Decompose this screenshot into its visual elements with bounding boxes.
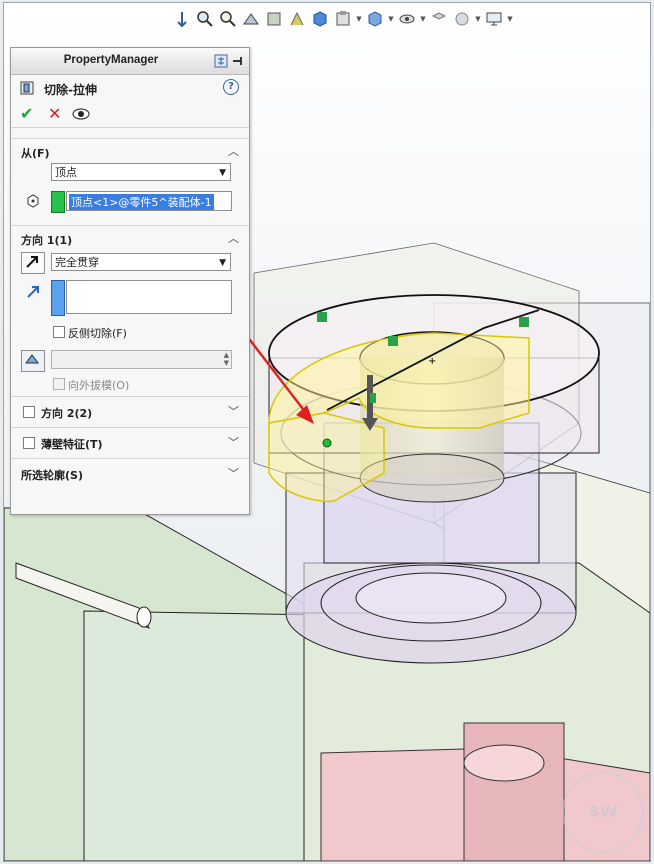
base-plate-front [83, 610, 325, 861]
zoom-to-area-icon[interactable] [195, 9, 215, 29]
rod-end [136, 606, 152, 628]
ok-button[interactable]: ✔ [20, 104, 33, 123]
thin-feature-section-header[interactable]: 薄壁特征(T) ﹀ [11, 427, 249, 458]
hide-show-items-icon[interactable] [333, 9, 353, 29]
draft-toggle-button[interactable] [21, 350, 45, 372]
apply-scene-icon[interactable] [397, 9, 417, 29]
preview-eye-icon[interactable] [71, 107, 91, 121]
end-condition-select[interactable]: 完全贯穿 ▼ [51, 253, 231, 271]
view-settings-icon[interactable] [429, 9, 449, 29]
direction-vector-field[interactable] [66, 280, 232, 314]
spin-arrows-icon[interactable]: ▲ ▼ [224, 351, 229, 367]
direction2-section-header[interactable]: 方向 2(2) ﹀ [11, 396, 249, 427]
previous-view-icon[interactable] [218, 9, 238, 29]
selected-contours-section-header[interactable]: 所选轮廓(S) ﹀ [11, 458, 249, 489]
pink-block-side [463, 722, 565, 861]
relation-marker-3 [519, 317, 529, 327]
draft-outward-checkbox[interactable] [53, 378, 65, 390]
selected-vertex[interactable] [322, 438, 332, 448]
selection-color-swatch [51, 191, 65, 213]
pink-slot [463, 744, 545, 782]
from-section-label: 从(F) [21, 147, 50, 160]
relation-marker-4 [370, 393, 376, 403]
collapse-chevron-icon[interactable]: ︿ [228, 230, 239, 246]
selected-entity-field[interactable]: 顶点<1>@零件5^装配体-1 [66, 191, 232, 211]
feature-name: 切除-拉伸 [44, 83, 97, 97]
collapse-chevron-icon[interactable]: ︿ [228, 143, 239, 159]
action-buttons-row: ✔ ✕ [11, 101, 249, 128]
draft-angle-field[interactable]: ▲ ▼ [51, 350, 232, 369]
draft-icon [25, 354, 39, 364]
property-manager-header: PropertyManager [11, 48, 249, 75]
center-mark: + [428, 356, 436, 367]
start-condition-value: 顶点 [55, 166, 77, 179]
help-button[interactable]: ? [223, 79, 239, 95]
chevron-down-icon[interactable]: ▼ [219, 254, 226, 272]
draft-outward-label: 向外拔模(O) [68, 379, 130, 392]
view-orientation-icon[interactable] [287, 9, 307, 29]
header-buttons [214, 54, 245, 68]
dropdown-arrow-icon[interactable]: ▼ [356, 9, 362, 29]
direction-color-swatch [51, 280, 65, 316]
dropdown-arrow-icon[interactable]: ▼ [507, 9, 513, 29]
thin-feature-checkbox[interactable] [23, 437, 35, 449]
edit-appearance-icon[interactable] [365, 9, 385, 29]
relation-marker-1 [317, 312, 327, 322]
heads-up-view-toolbar: ▼ ▼ ▼ ▼ ▼ [172, 7, 513, 31]
dropdown-arrow-icon[interactable]: ▼ [475, 9, 481, 29]
expand-chevron-icon[interactable]: ﹀ [228, 434, 239, 450]
display-style-icon[interactable] [310, 9, 330, 29]
extruded-cut-icon [20, 81, 34, 95]
pin-icon[interactable] [231, 54, 245, 68]
chevron-down-icon[interactable]: ▼ [219, 164, 226, 182]
selected-contours-label: 所选轮廓(S) [21, 469, 83, 482]
direction-vector-icon [27, 286, 39, 298]
cancel-button[interactable]: ✕ [48, 104, 61, 123]
relation-marker-2 [388, 336, 398, 346]
flip-side-to-cut-checkbox[interactable] [53, 326, 65, 338]
from-section-body: 顶点 ▼ 顶点<1>@零件5^装配体-1 [11, 163, 249, 225]
watermark-logo: SW [562, 771, 644, 853]
flip-side-to-cut-label: 反侧切除(F) [68, 327, 127, 340]
monitor-icon[interactable] [484, 9, 504, 29]
end-condition-value: 完全贯穿 [55, 256, 99, 269]
vertex-selection-icon [27, 194, 39, 208]
expand-chevron-icon[interactable]: ﹀ [228, 465, 239, 481]
zoom-to-fit-icon[interactable] [172, 9, 192, 29]
start-condition-select[interactable]: 顶点 ▼ [51, 163, 231, 181]
from-section-header[interactable]: 从(F) ︿ [11, 138, 249, 163]
direction1-section-header[interactable]: 方向 1(1) ︿ [11, 225, 249, 250]
feature-title-row: 切除-拉伸 ? [11, 75, 249, 101]
direction1-section-label: 方向 1(1) [21, 234, 73, 247]
thin-feature-label: 薄壁特征(T) [41, 438, 103, 451]
dynamic-annotation-icon[interactable] [264, 9, 284, 29]
expand-chevron-icon[interactable]: ﹀ [228, 403, 239, 419]
panel-options-icon[interactable] [214, 54, 228, 68]
section-view-icon[interactable] [241, 9, 261, 29]
reverse-direction-button[interactable] [21, 252, 45, 274]
direction2-label: 方向 2(2) [41, 407, 93, 420]
property-manager-title: PropertyManager [63, 54, 159, 66]
direction2-checkbox[interactable] [23, 406, 35, 418]
realview-icon[interactable] [452, 9, 472, 29]
dropdown-arrow-icon[interactable]: ▼ [388, 9, 394, 29]
property-manager-panel: PropertyManager 切除-拉伸 ? ✔ ✕ 从(F) ︿ 顶点 ▼ … [10, 47, 250, 515]
dropdown-arrow-icon[interactable]: ▼ [420, 9, 426, 29]
lower-cylinder-core [355, 572, 507, 624]
direction1-section-body: 完全贯穿 ▼ 反侧切除(F) ▲ ▼ 向外拔模(O) [11, 250, 249, 396]
reverse-direction-icon [26, 256, 38, 268]
selected-entity-text: 顶点<1>@零件5^装配体-1 [69, 194, 214, 210]
